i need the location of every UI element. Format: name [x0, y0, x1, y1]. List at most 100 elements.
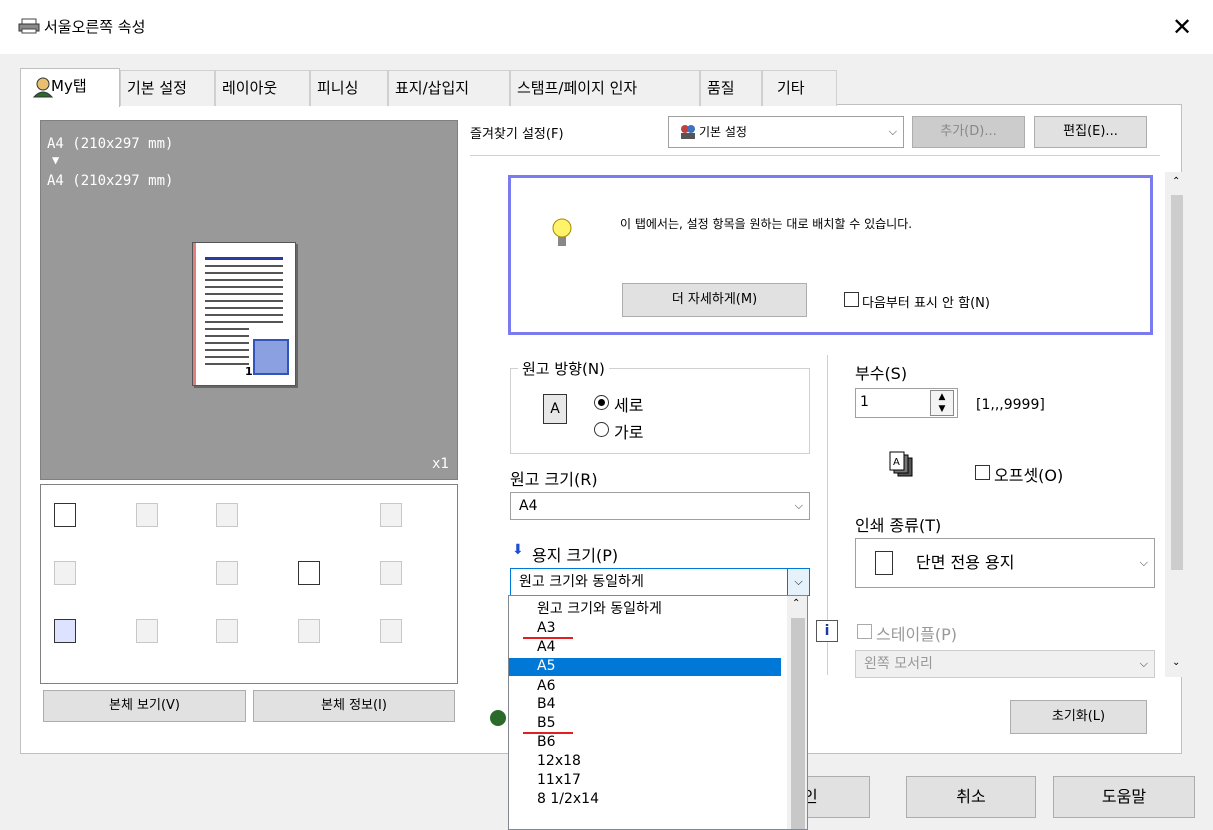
paper-size-value: 원고 크기와 동일하게 [519, 574, 644, 590]
collate-icon: A [889, 451, 913, 477]
print-type-label: 인쇄 종류(T) [855, 516, 942, 535]
tab-finishing[interactable]: 피니싱 [310, 70, 388, 106]
arrow-down-icon: ⬇ [512, 542, 524, 558]
down-arrow-icon: ▼ [52, 153, 60, 167]
dropdown-option[interactable]: A4 [509, 639, 781, 655]
paper-size-label: 용지 크기(P) [532, 546, 619, 565]
page-edge [193, 243, 196, 385]
lightbulb-icon [552, 218, 572, 246]
help-button[interactable]: 도움말 [1053, 776, 1195, 818]
dropdown-option-selected[interactable]: A5 [509, 658, 781, 676]
copies-badge: x1 [432, 456, 449, 472]
dont-show-label: 다음부터 표시 안 함(N) [862, 296, 990, 311]
dropdown-scrollbar-thumb[interactable] [791, 618, 805, 829]
chevron-down-icon: ⌵ [794, 499, 803, 512]
user-settings-icon[interactable] [136, 619, 158, 643]
duplex-icon[interactable] [216, 561, 238, 585]
original-size-text: A4 (210x297 mm) [47, 136, 174, 152]
settings-scrollbar-thumb[interactable] [1171, 195, 1183, 570]
copies-value: 1 [860, 394, 869, 410]
tab-label: My탭 [51, 77, 87, 95]
original-size-label: 원고 크기(R) [510, 470, 598, 489]
copy-icon[interactable] [216, 503, 238, 527]
window-title: 서울오른쪽 속성 [44, 18, 146, 36]
watermark-icon[interactable] [298, 561, 320, 585]
tab-cover[interactable]: 표지/삽입지 [388, 70, 510, 106]
reset-button[interactable]: 초기화(L) [1010, 700, 1147, 734]
page-number: 1 [245, 365, 253, 378]
print-type-select[interactable]: 단면 전용 용지 ⌵ [855, 538, 1155, 588]
edit-favorite-button[interactable]: 편집(E)... [1034, 116, 1147, 148]
chevron-down-icon: ⌵ [1139, 556, 1148, 569]
info-icon[interactable]: i [816, 620, 838, 642]
tab-stamp[interactable]: 스탬프/페이지 인자 [510, 70, 700, 106]
output-size-text: A4 (210x297 mm) [47, 173, 174, 189]
user-icon [32, 77, 54, 98]
list-icon[interactable] [380, 619, 402, 643]
favorite-user-icon [681, 125, 695, 139]
staple-checkbox[interactable] [857, 624, 872, 639]
red-underline [523, 732, 573, 734]
favorites-label: 즐겨찾기 설정(F) [470, 127, 564, 142]
scroll-up-icon[interactable]: ⌃ [792, 598, 800, 609]
scroll-up-icon[interactable]: ⌃ [1172, 176, 1180, 187]
print-type-value: 단면 전용 용지 [916, 553, 1015, 572]
single-side-page-icon [875, 551, 893, 575]
dropdown-option[interactable]: A6 [509, 678, 781, 694]
tab-quality[interactable]: 품질 [700, 70, 762, 106]
chevron-down-icon[interactable]: ⌵ [787, 569, 809, 595]
staple-label: 스테이플(P) [876, 625, 958, 644]
view-device-button[interactable]: 본체 보기(V) [43, 690, 246, 722]
layout-icon[interactable] [136, 503, 158, 527]
info-text: 이 탭에서는, 설정 항목을 원하는 대로 배치할 수 있습니다. [620, 217, 913, 231]
original-size-select[interactable]: A4 ⌵ [510, 492, 810, 520]
title-bar [0, 0, 1213, 54]
copies-label: 부수(S) [855, 364, 908, 383]
dropdown-option[interactable]: 원고 크기와 동일하게 [509, 601, 781, 617]
document-settings-icon[interactable] [298, 619, 320, 643]
dropdown-option[interactable]: 12x18 [509, 753, 781, 769]
rotate-icon[interactable] [380, 503, 402, 527]
dropdown-option[interactable]: A3 [509, 620, 781, 636]
stack-icon[interactable] [54, 561, 76, 585]
tab-layout[interactable]: 레이아웃 [215, 70, 310, 106]
tab-basic[interactable]: 기본 설정 [120, 70, 215, 106]
paper-size-dropdown: 원고 크기와 동일하게 A3 A4 A5 A6 B4 B5 B6 12x18 1… [508, 595, 808, 830]
landscape-label: 가로 [614, 423, 644, 442]
paper-source-icon[interactable] [54, 503, 76, 527]
add-favorite-button[interactable]: 추가(D)... [912, 116, 1025, 148]
offset-checkbox[interactable] [975, 465, 990, 480]
cancel-button[interactable]: 취소 [906, 776, 1036, 818]
device-info-button[interactable]: 본체 정보(I) [253, 690, 455, 722]
users-icon[interactable] [216, 619, 238, 643]
nup-thumbnail [253, 339, 289, 375]
landscape-radio[interactable] [594, 422, 609, 437]
paper-size-select[interactable]: 원고 크기와 동일하게 ⌵ [510, 568, 810, 596]
staple-value: 왼쪽 모서리 [864, 656, 933, 672]
favorites-select[interactable]: 기본 설정 ⌵ [668, 116, 904, 148]
portrait-page-icon: A [543, 394, 567, 424]
color-page-icon[interactable] [54, 619, 76, 643]
copies-spinner[interactable]: ▲ ▼ [930, 390, 954, 416]
staple-select[interactable]: 왼쪽 모서리 ⌵ [855, 650, 1155, 678]
dont-show-checkbox[interactable] [844, 292, 859, 307]
separator [470, 155, 1160, 156]
red-underline [523, 637, 573, 639]
printer-icon [18, 18, 40, 34]
dropdown-option[interactable]: 11x17 [509, 772, 781, 788]
more-details-button[interactable]: 더 자세하게(M) [622, 283, 807, 317]
scroll-down-icon[interactable]: ⌄ [1172, 657, 1180, 668]
portrait-radio[interactable] [594, 395, 609, 410]
lock-icon[interactable] [380, 561, 402, 585]
offset-label: 오프셋(O) [994, 466, 1064, 485]
close-button[interactable]: ✕ [1162, 10, 1202, 44]
preview-page: 1 [192, 242, 296, 386]
tab-other[interactable]: 기타 [762, 70, 837, 106]
svg-text:A: A [893, 457, 900, 468]
dropdown-option[interactable]: B5 [509, 715, 781, 731]
portrait-label: 세로 [614, 396, 644, 415]
dropdown-option[interactable]: 8 1/2x14 [509, 791, 781, 807]
dropdown-option[interactable]: B4 [509, 696, 781, 712]
info-box [508, 175, 1153, 335]
dropdown-option[interactable]: B6 [509, 734, 781, 750]
